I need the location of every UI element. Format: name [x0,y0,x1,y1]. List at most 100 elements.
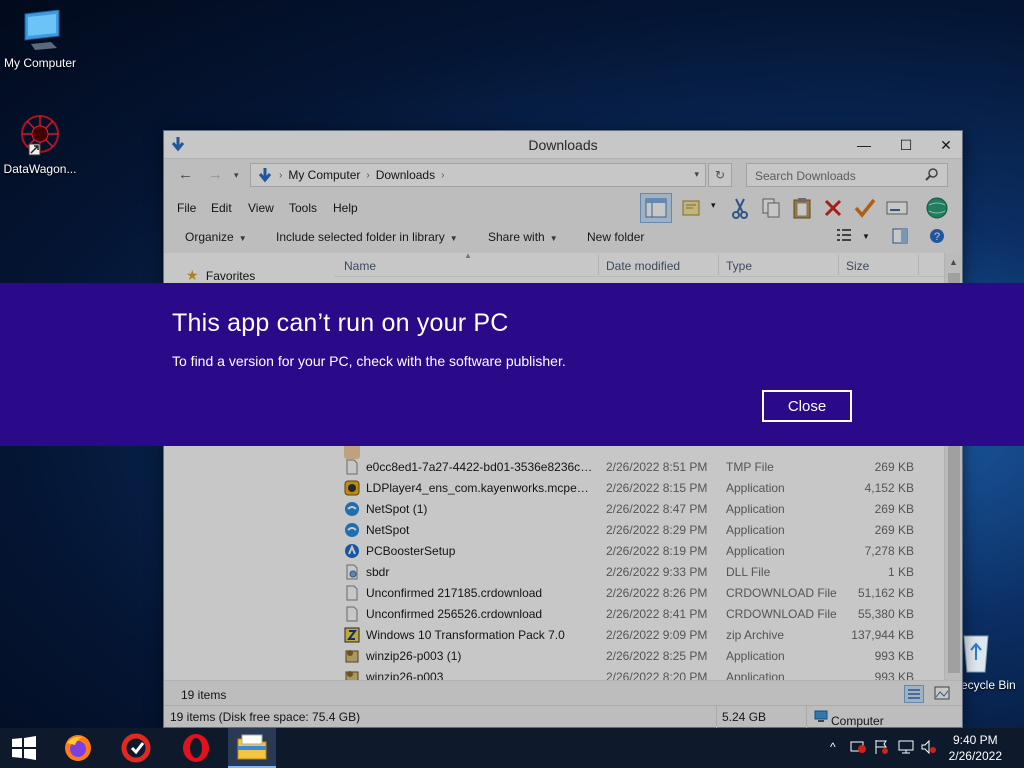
taskbar-file-explorer[interactable] [228,728,276,768]
system-clock[interactable]: 9:40 PM 2/26/2022 [949,732,1002,764]
file-type: Application [726,544,785,558]
close-button[interactable]: Close [762,390,852,422]
details-view-icon [837,229,851,241]
network-tray-icon[interactable] [897,739,915,758]
close-window-button[interactable]: ✕ [926,131,966,159]
status-selection-size: 5.24 GB [722,710,767,724]
show-hidden-icons-chevron-icon[interactable]: ^ [830,740,836,754]
action-center-flag-icon[interactable] [874,739,890,758]
app-error-dialog: This app can’t run on your PC To find a … [0,283,1024,446]
large-icons-toggle[interactable] [934,686,950,703]
favorites-label: Favorites [205,269,256,283]
status-disk-info: 19 items (Disk free space: 75.4 GB) [170,710,361,724]
preview-pane-button[interactable] [892,228,908,247]
desktop-icon-my-computer[interactable]: My Computer [0,10,80,70]
star-icon: ★ [186,267,199,283]
rename-button[interactable] [884,195,910,221]
details-view-toggle[interactable] [904,685,924,703]
file-name: Windows 10 Transformation Pack 7.0 [366,628,565,642]
volume-tray-icon[interactable] [920,739,938,758]
column-name[interactable]: Name [344,259,376,273]
chevron-down-icon: ▼ [449,234,458,243]
menu-tools[interactable]: Tools [289,201,317,215]
sort-ascending-icon: ▲ [464,251,472,260]
organize-button[interactable]: Organize ▼ [185,230,247,244]
tray-app-icon[interactable] [850,739,868,756]
table-row[interactable]: Windows 10 Transformation Pack 7.0 2/26/… [334,624,944,645]
file-type: CRDOWNLOAD File [726,607,837,621]
table-row[interactable]: NetSpot (1) 2/26/2022 8:47 PM Applicatio… [334,498,944,519]
back-arrow-icon[interactable]: ← [178,166,193,183]
command-bar: Organize ▼ Include selected folder in lib… [164,223,962,251]
chevron-right-icon: › [441,169,445,181]
copy-button[interactable] [758,195,784,221]
file-size: 7,278 KB [864,544,914,558]
maximize-button[interactable]: ☐ [886,131,926,159]
status-bar: 19 items (Disk free space: 75.4 GB) 5.24… [164,705,962,728]
help-button[interactable]: ? [929,228,945,247]
table-row[interactable]: e0cc8ed1-7a27-4422-bd01-3536e8236c41... … [334,456,944,477]
scroll-up-icon[interactable]: ▲ [949,257,958,267]
file-size: 137,944 KB [851,628,914,642]
table-row[interactable]: PCBoosterSetup 2/26/2022 8:19 PM Applica… [334,540,944,561]
table-row[interactable]: Unconfirmed 256526.crdownload 2/26/2022 … [334,603,944,624]
table-row[interactable]: NetSpot 2/26/2022 8:29 PM Application 26… [334,519,944,540]
delete-button[interactable] [820,195,846,221]
cut-button[interactable] [727,195,753,221]
views-button[interactable] [680,195,706,221]
view-options-dropdown-icon[interactable]: ▼ [862,232,870,241]
column-size[interactable]: Size [846,259,869,273]
new-folder-button[interactable]: New folder [587,230,644,244]
menu-edit[interactable]: Edit [211,201,232,215]
table-row[interactable]: LDPlayer4_ens_com.kayenworks.mcpead... 2… [334,477,944,498]
table-row[interactable]: sbdr 2/26/2022 9:33 PM DLL File 1 KB [334,561,944,582]
start-button[interactable] [0,728,48,768]
address-dropdown-icon[interactable]: ▾ [694,169,699,180]
file-date: 2/26/2022 8:41 PM [606,607,708,621]
change-view-button[interactable] [836,228,852,245]
file-type: Application [726,502,785,516]
file-size: 4,152 KB [864,481,914,495]
file-name: Unconfirmed 256526.crdownload [366,607,543,621]
taskbar: ^ 9:40 PM 2/26/2022 [0,728,1024,768]
delete-x-icon [824,199,842,217]
views-dropdown-icon[interactable]: ▾ [711,200,716,211]
file-date: 2/26/2022 8:15 PM [606,481,708,495]
organize-label: Organize [185,230,234,244]
paste-button[interactable] [789,195,815,221]
address-bar[interactable]: › My Computer › Downloads › ▾ [250,163,706,187]
taskbar-firefox[interactable] [54,728,102,768]
forward-arrow-icon[interactable]: → [208,166,223,183]
breadcrumb-my-computer[interactable]: My Computer [288,168,360,182]
column-type[interactable]: Type [726,259,752,273]
breadcrumb-downloads[interactable]: Downloads [376,168,435,182]
taskbar-opera[interactable] [172,728,220,768]
file-explorer-icon [237,734,267,760]
winzip-icon [345,650,359,663]
menu-help[interactable]: Help [333,201,358,215]
sidebar-item-favorites[interactable]: ★ Favorites [186,267,255,284]
column-date[interactable]: Date modified [606,259,680,273]
menu-file[interactable]: File [177,201,196,215]
include-label: Include selected folder in library [276,230,445,244]
refresh-button[interactable]: ↻ [708,163,732,187]
minimize-button[interactable]: — [844,131,884,159]
table-row[interactable]: winzip26-p003 (1) 2/26/2022 8:25 PM Appl… [334,645,944,666]
share-with-button[interactable]: Share with ▼ [488,230,558,244]
paste-icon [793,198,811,219]
properties-button[interactable] [852,195,878,221]
setup-icon [345,544,359,558]
dialog-message: To find a version for your PC, check wit… [172,353,566,369]
include-in-library-button[interactable]: Include selected folder in library ▼ [276,230,458,244]
menu-view[interactable]: View [248,201,274,215]
taskbar-ccleaner[interactable] [112,728,160,768]
file-type: zip Archive [726,628,785,642]
title-bar[interactable]: Downloads — ☐ ✕ [164,131,962,159]
volume-muted-icon [921,739,936,755]
layout-pane-button[interactable] [640,193,672,223]
table-row[interactable]: Unconfirmed 217185.crdownload 2/26/2022 … [334,582,944,603]
network-button[interactable] [924,195,950,221]
desktop-icon-datawagon[interactable]: DataWagon... [0,112,80,176]
search-input[interactable]: Search Downloads [746,163,948,187]
recent-chevron-icon[interactable]: ▾ [234,170,239,181]
